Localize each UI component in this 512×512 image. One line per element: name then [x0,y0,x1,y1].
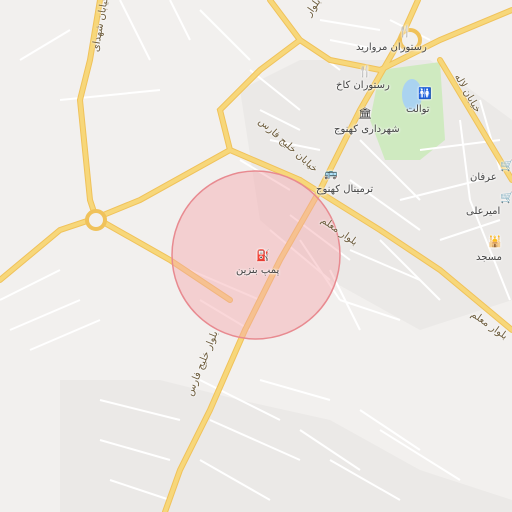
cart-icon[interactable]: 🛒 [500,192,512,203]
place-label-restaurant-morvarid[interactable]: رستوران مروارید [356,42,427,53]
place-label-gas-station[interactable]: پمپ بنزین [236,265,279,276]
fork-knife-icon[interactable]: 🍴 [358,66,372,77]
place-label-mosque[interactable]: مسجد [476,252,502,263]
place-label-terminal[interactable]: ترمینال کهنوج [316,184,373,195]
roundabout-west [85,209,107,231]
fork-knife-icon[interactable]: 🍴 [398,26,412,37]
mosque-icon[interactable]: 🕌 [488,236,502,247]
map-view[interactable]: 🍴 🍴 🚻 🏛 🚌 ⛽ 🛒 🛒 🕌 رستوران مروارید رستورا… [0,0,512,512]
place-label-irfan[interactable]: عرفان [470,172,497,183]
government-building-icon[interactable]: 🏛 [358,108,372,119]
fuel-pump-icon[interactable]: ⛽ [256,250,270,261]
place-label-municipality[interactable]: شهرداری کهنوج [334,124,400,135]
place-label-restaurant-kakh[interactable]: رستوران کاخ [336,80,390,91]
toilet-icon[interactable]: 🚻 [418,88,432,99]
place-label-amir-ali[interactable]: امیرعلی [466,206,500,217]
bus-icon[interactable]: 🚌 [324,168,338,179]
cart-icon[interactable]: 🛒 [500,160,512,171]
place-label-toilet[interactable]: توالت [406,104,430,115]
